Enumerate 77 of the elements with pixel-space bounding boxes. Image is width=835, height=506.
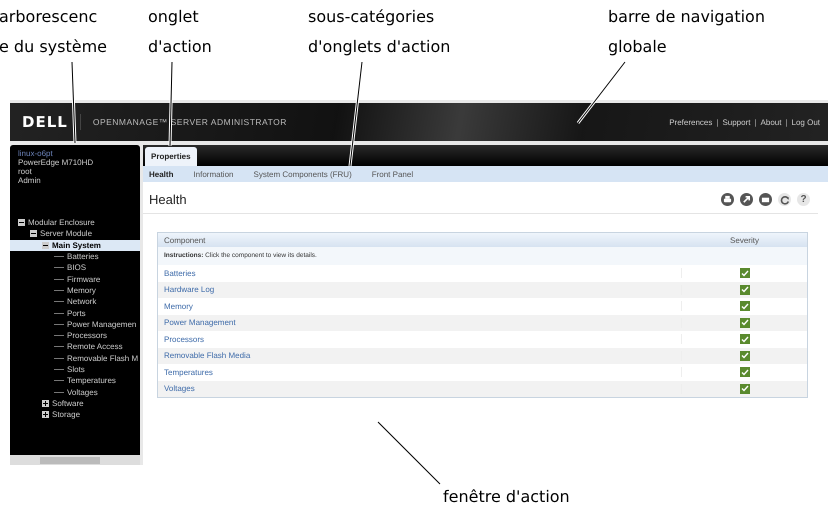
- refresh-icon[interactable]: [778, 193, 791, 206]
- status-check-icon: [740, 350, 750, 361]
- email-icon[interactable]: [759, 193, 772, 206]
- arrow-icon[interactable]: [740, 193, 753, 206]
- tree-item[interactable]: Software: [10, 398, 140, 410]
- component-link[interactable]: Hardware Log: [164, 285, 214, 294]
- collapse-toggle-icon[interactable]: [18, 219, 25, 226]
- status-check-icon: [740, 284, 750, 295]
- tree-item[interactable]: Memory: [10, 284, 140, 296]
- page-title: Health: [149, 192, 187, 207]
- column-header: Component: [163, 236, 206, 244]
- status-check-icon: [740, 384, 750, 394]
- callout-label: d'action: [148, 36, 212, 58]
- nav-link[interactable]: Log Out: [792, 118, 820, 126]
- link-separator: |: [716, 118, 718, 126]
- horizontal-scrollbar[interactable]: [10, 455, 140, 465]
- tree-item[interactable]: Slots: [10, 364, 140, 376]
- collapse-toggle-icon[interactable]: [42, 242, 49, 249]
- tree-item[interactable]: Modular Enclosure: [10, 217, 140, 228]
- link-separator: |: [754, 118, 757, 126]
- link-separator: |: [785, 118, 788, 126]
- tree-item[interactable]: Removable Flash M: [10, 352, 140, 364]
- nav-link[interactable]: Preferences: [669, 118, 712, 126]
- tab[interactable]: Properties: [145, 147, 197, 166]
- callout-label: globale: [608, 36, 668, 58]
- nav-link[interactable]: About: [760, 118, 782, 126]
- server-model: PowerEdge M710HD: [18, 158, 94, 167]
- leader-line: [576, 61, 626, 124]
- status-check-icon: [740, 334, 750, 344]
- subtab[interactable]: Front Panel: [372, 170, 414, 178]
- nav-link[interactable]: Support: [722, 118, 750, 126]
- callout-label: onglet: [148, 6, 200, 28]
- component-link[interactable]: Voltages: [164, 384, 195, 394]
- status-check-icon: [740, 367, 750, 378]
- component-link[interactable]: Power Management: [164, 318, 236, 328]
- user-name: root: [18, 167, 33, 176]
- logo: DELL: [22, 113, 68, 131]
- status-check-icon: [740, 318, 750, 328]
- subtab[interactable]: System Components (FRU): [253, 170, 352, 178]
- tree-item[interactable]: Remote Access: [10, 341, 140, 353]
- status-check-icon: [740, 268, 750, 278]
- print-icon[interactable]: [721, 193, 734, 206]
- tree-item[interactable]: BIOS: [10, 262, 140, 274]
- collapse-toggle-icon[interactable]: [30, 230, 37, 238]
- tree-item[interactable]: Batteries: [10, 250, 140, 262]
- tree-item[interactable]: Temperatures: [10, 375, 140, 386]
- tree-item[interactable]: Power Managemen: [10, 318, 140, 330]
- callout-label: fenêtre d'action: [443, 486, 570, 506]
- expand-toggle-icon[interactable]: [42, 400, 49, 407]
- tree-item[interactable]: Processors: [10, 330, 140, 342]
- callout-label: sous-catégories: [308, 6, 436, 28]
- tree-item[interactable]: Voltages: [10, 386, 140, 398]
- help-button[interactable]: ?: [797, 193, 810, 206]
- callout-label: e du système: [0, 36, 107, 58]
- callout-label: arborescenc: [0, 6, 98, 28]
- status-check-icon: [740, 301, 750, 312]
- callout-label: d'onglets d'action: [308, 36, 450, 58]
- component-link[interactable]: Temperatures: [164, 368, 213, 377]
- tree-item[interactable]: Main System: [10, 240, 140, 251]
- tree-item[interactable]: Firmware: [10, 273, 140, 285]
- component-link[interactable]: Removable Flash Media: [164, 351, 250, 360]
- expand-toggle-icon[interactable]: [42, 411, 49, 418]
- tree-item[interactable]: Network: [10, 296, 140, 308]
- column-header: Severity: [729, 236, 760, 244]
- subtab[interactable]: Information: [193, 170, 234, 178]
- app-title: OPENMANAGE™ SERVER ADMINISTRATOR: [92, 117, 287, 127]
- user-role: Admin: [18, 176, 42, 185]
- tree-item[interactable]: Ports: [10, 307, 140, 319]
- component-link[interactable]: Batteries: [164, 268, 196, 278]
- component-link[interactable]: Processors: [164, 334, 204, 344]
- tree-item[interactable]: Storage: [10, 409, 140, 420]
- subtab[interactable]: Health: [149, 170, 174, 178]
- callout-label: barre de navigation: [608, 6, 765, 28]
- leader-line: [376, 420, 442, 486]
- tree-item[interactable]: Server Module: [10, 228, 140, 240]
- host-link[interactable]: linux-o6pt: [18, 149, 132, 158]
- component-link[interactable]: Memory: [164, 302, 193, 311]
